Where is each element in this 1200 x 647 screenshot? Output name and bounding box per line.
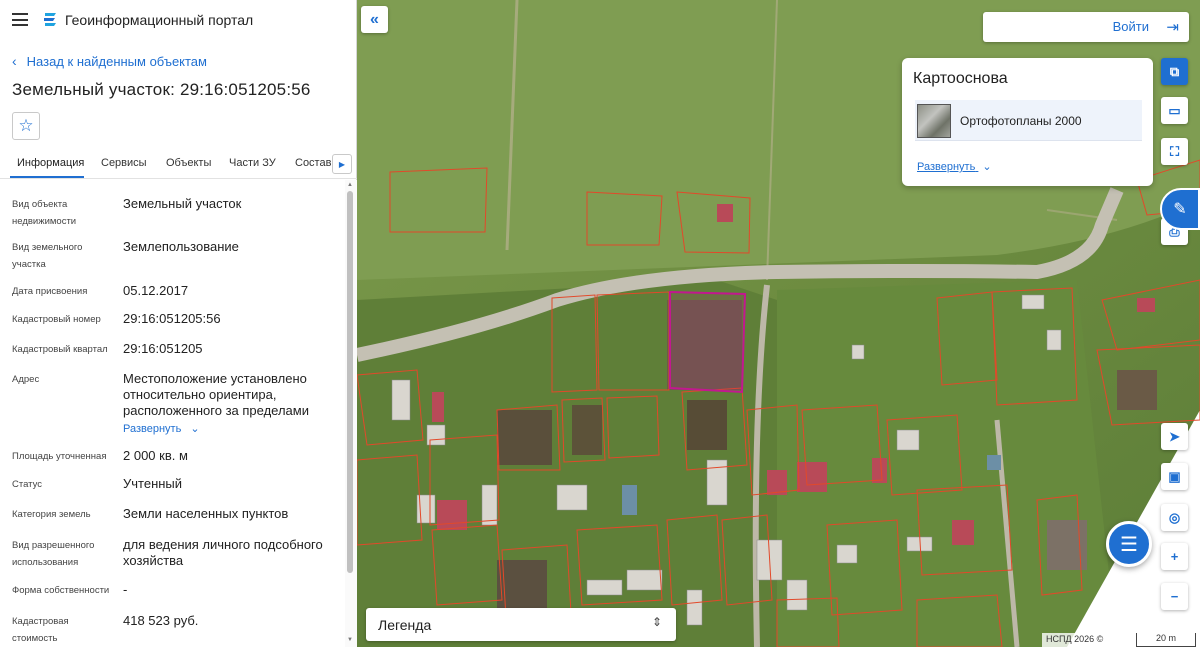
attr-label: Дата присвоения xyxy=(12,286,88,297)
attr-value: - xyxy=(123,582,128,597)
hamburger-icon[interactable] xyxy=(12,13,28,26)
attr-label: Вид земельного участка xyxy=(12,242,83,270)
login-icon: ⇥ xyxy=(1166,19,1179,36)
panel-header: Геоинформационный портал xyxy=(0,0,357,42)
chat-button[interactable]: ☰ xyxy=(1106,521,1152,567)
navigate-button[interactable]: ➤ xyxy=(1161,423,1188,450)
minimap-icon: ▣ xyxy=(1168,468,1181,484)
chevron-down-icon: ⌄ xyxy=(190,423,200,435)
ruler-icon: ▭ xyxy=(1168,102,1181,118)
attr-value: Земли населенных пунктов xyxy=(123,506,289,521)
back-label: Назад к найденным объектам xyxy=(26,54,207,69)
geolocate-icon: ◎ xyxy=(1168,509,1181,525)
zoom-out-button[interactable]: − xyxy=(1161,583,1188,610)
address-expand-link[interactable]: Развернуть ⌄ xyxy=(123,422,200,435)
attribute-list: Вид объекта недвижимости Земельный участ… xyxy=(0,180,345,647)
side-panel-icon: ✎ xyxy=(1173,201,1187,218)
attr-value: Землепользование xyxy=(123,239,239,254)
tab-objects[interactable]: Объекты xyxy=(166,157,211,169)
basemap-option[interactable]: Ортофотопланы 2000 xyxy=(915,100,1142,141)
legend-label: Легенда xyxy=(378,617,432,633)
map-attribution: НСПД 2026 © xyxy=(1042,633,1108,647)
measure-button[interactable]: ▭ xyxy=(1161,97,1188,124)
minus-icon: − xyxy=(1170,589,1179,604)
chevron-down-icon: ⌄ xyxy=(982,161,992,173)
attr-value: для ведения личного подсобного хозяйства xyxy=(123,537,323,568)
scrollbar-thumb[interactable] xyxy=(347,191,353,573)
caret-right-icon: ▶ xyxy=(338,159,346,169)
tab-bar: Информация Сервисы Объекты Части ЗУ Сост… xyxy=(0,148,357,179)
scroll-down-icon[interactable]: ▼ xyxy=(347,637,353,643)
back-to-results-link[interactable]: ‹ Назад к найденным объектам xyxy=(12,53,207,69)
portal-title: Геоинформационный портал xyxy=(65,12,254,28)
plus-icon: + xyxy=(1170,549,1179,564)
attr-value: 418 523 руб. xyxy=(123,613,199,628)
legend-bar[interactable]: Легенда ⇕ xyxy=(366,608,676,641)
scale-bar: 20 m xyxy=(1136,633,1196,647)
layers-button[interactable]: ⧉ xyxy=(1161,58,1188,85)
select-area-button[interactable]: ⛶ xyxy=(1161,138,1188,165)
attr-value: Местоположение установлено относительно … xyxy=(123,371,309,418)
select-area-icon: ⛶ xyxy=(1169,143,1180,159)
chat-icon: ☰ xyxy=(1120,533,1138,556)
attr-label: Статус xyxy=(12,479,43,490)
login-button[interactable]: Войти ⇥ xyxy=(983,12,1189,42)
tab-services[interactable]: Сервисы xyxy=(101,157,147,169)
basemap-expand-link[interactable]: Развернуть ⌄ xyxy=(917,160,992,173)
attr-label: Вид разрешенного использования xyxy=(12,540,95,568)
expand-label: Развернуть xyxy=(917,161,976,173)
attr-label: Кадастровая стоимость xyxy=(12,616,69,644)
expand-label: Развернуть xyxy=(123,423,182,435)
attr-label: Кадастровый квартал xyxy=(12,344,108,355)
tab-parts[interactable]: Части ЗУ xyxy=(229,157,276,169)
zoom-in-button[interactable]: + xyxy=(1161,543,1188,570)
orthophoto-thumbnail xyxy=(917,104,951,138)
side-panel-button[interactable]: ✎ xyxy=(1160,188,1200,230)
active-tab-indicator xyxy=(10,176,84,178)
favorite-button[interactable]: ☆ xyxy=(12,112,40,140)
attr-label: Площадь уточненная xyxy=(12,451,107,462)
attr-value: 29:16:051205 xyxy=(123,341,203,356)
portal-logo-icon xyxy=(44,13,56,26)
attr-label: Категория земель xyxy=(12,509,91,520)
attr-value: Земельный участок xyxy=(123,196,242,211)
info-panel: Геоинформационный портал ‹ Назад к найден… xyxy=(0,0,357,647)
attr-label: Форма собственности xyxy=(12,585,110,596)
attr-value: 29:16:051205:56 xyxy=(123,311,221,326)
double-chevron-left-icon: « xyxy=(370,10,379,28)
geolocate-button[interactable]: ◎ xyxy=(1161,504,1188,531)
scroll-up-icon[interactable]: ▲ xyxy=(347,182,353,188)
attr-label: Адрес xyxy=(12,374,40,385)
collapse-panel-button[interactable]: « xyxy=(361,6,388,33)
expand-collapse-icon: ⇕ xyxy=(651,615,662,629)
attr-value: 2 000 кв. м xyxy=(123,448,188,463)
attr-label: Кадастровый номер xyxy=(12,314,101,325)
chevron-left-icon: ‹ xyxy=(12,53,17,69)
basemap-title: Картооснова xyxy=(913,70,1008,87)
layers-icon: ⧉ xyxy=(1169,63,1180,79)
tab-composition[interactable]: Состав xyxy=(295,157,331,169)
basemap-popup: Картооснова Ортофотопланы 2000 Развернут… xyxy=(902,58,1153,186)
attr-label: Вид объекта недвижимости xyxy=(12,199,77,227)
basemap-option-label: Ортофотопланы 2000 xyxy=(960,114,1082,128)
navigate-icon: ➤ xyxy=(1169,428,1180,444)
page-title: Земельный участок: 29:16:051205:56 xyxy=(12,80,311,99)
login-label: Войти xyxy=(1112,19,1149,34)
attr-value: Учтенный xyxy=(123,476,183,491)
tabs-scroll-right-button[interactable]: ▶ xyxy=(332,154,352,174)
star-icon: ☆ xyxy=(18,116,34,135)
minimap-button[interactable]: ▣ xyxy=(1161,463,1188,490)
tab-information[interactable]: Информация xyxy=(17,157,84,169)
selected-parcel[interactable] xyxy=(669,290,747,394)
attr-value: 05.12.2017 xyxy=(123,283,189,298)
